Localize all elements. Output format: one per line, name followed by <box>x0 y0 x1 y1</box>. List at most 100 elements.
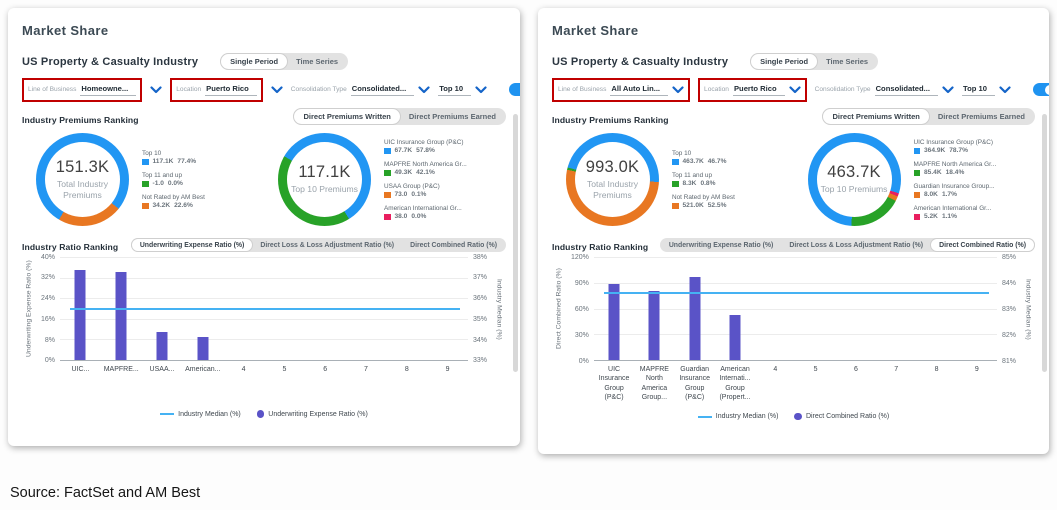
chevron-down-icon[interactable] <box>418 86 430 94</box>
scrollbar[interactable] <box>513 114 518 372</box>
donut-chart-top-10[interactable]: 463.7K Top 10 Premiums <box>808 133 901 226</box>
tab-direct-premiums-written[interactable]: Direct Premiums Written <box>823 109 928 124</box>
period-toggle[interactable]: Single PeriodTime Series <box>220 53 348 70</box>
tab-direct-premiums-written[interactable]: Direct Premiums Written <box>294 109 399 124</box>
toggle-switch-on[interactable] <box>1033 83 1049 96</box>
donut-legend-item: Not Rated by AM Best34.2K22.6% <box>142 194 205 210</box>
filter-label: Consolidation Type <box>815 86 871 93</box>
bar[interactable] <box>116 272 127 360</box>
donut-legend-item: Top 10117.1K77.4% <box>142 150 205 166</box>
filter-value[interactable]: All Auto Lin... <box>610 84 668 96</box>
tab-time-series[interactable]: Time Series <box>817 54 877 69</box>
bar[interactable] <box>729 315 740 360</box>
chart-legend: Industry Median (%) Direct Combined Ratio… <box>552 413 1035 421</box>
period-toggle[interactable]: Single PeriodTime Series <box>750 53 878 70</box>
filter-value[interactable]: Top 10 <box>438 84 471 96</box>
bar[interactable] <box>609 284 620 360</box>
x-axis-category: 6 <box>836 365 876 403</box>
legend-value: 67.7K <box>395 147 413 154</box>
bar[interactable] <box>157 332 168 360</box>
filter-value[interactable]: Consolidated... <box>351 84 414 96</box>
summary-charts-toggle[interactable]: Summary Charts <box>509 83 520 96</box>
chevron-down-icon[interactable] <box>999 86 1011 94</box>
donut-chart-top-10[interactable]: 117.1K Top 10 Premiums <box>278 133 371 226</box>
legend-percent: 77.4% <box>177 158 196 165</box>
legend-swatch <box>142 203 149 210</box>
toggle-switch-on[interactable] <box>509 83 520 96</box>
legend-label: Industry Median (%) <box>716 413 779 420</box>
industry-subtitle: US Property & Casualty Industry <box>552 56 728 68</box>
bar[interactable] <box>649 291 660 360</box>
legend-value: 8.3K <box>683 180 697 187</box>
filter-value[interactable]: Top 10 <box>962 84 995 96</box>
legend-value: 463.7K <box>683 158 704 165</box>
filter-value[interactable]: Puerto Rico <box>733 84 785 96</box>
legend-item-direct-combined-ratio[interactable]: Direct Combined Ratio (%) <box>794 413 889 421</box>
tab-underwriting-expense-ratio[interactable]: Underwriting Expense Ratio (%) <box>132 239 253 251</box>
plot-area <box>594 257 997 361</box>
consolidation-type-dropdown[interactable]: Consolidation Type Consolidated... <box>815 84 954 96</box>
ratio-tabs[interactable]: Underwriting Expense Ratio (%)Direct Los… <box>660 238 1035 252</box>
tab-single-period[interactable]: Single Period <box>221 54 287 69</box>
premiums-tabs[interactable]: Direct Premiums WrittenDirect Premiums E… <box>822 108 1035 125</box>
location-dropdown[interactable]: Location Puerto Rico <box>176 84 257 96</box>
donut-legend-item: UIC Insurance Group (P&C)364.9K78.7% <box>914 139 997 155</box>
ratio-bar-chart: Underwriting Expense Ratio (%)40%32%24%1… <box>22 257 506 374</box>
top-10-dropdown[interactable]: Top 10 <box>438 84 487 96</box>
top-10-dropdown[interactable]: Top 10 <box>962 84 1011 96</box>
x-axis-category: UIC... <box>60 365 101 374</box>
tab-direct-loss-loss-adjustment-ratio[interactable]: Direct Loss & Loss Adjustment Ratio (%) <box>252 239 402 251</box>
legend-item-industry-median[interactable]: Industry Median (%) <box>698 413 779 420</box>
premiums-section-title: Industry Premiums Ranking <box>22 115 139 125</box>
tab-direct-premiums-earned[interactable]: Direct Premiums Earned <box>929 109 1034 124</box>
chevron-down-icon[interactable] <box>942 86 954 94</box>
ratio-tabs[interactable]: Underwriting Expense Ratio (%)Direct Los… <box>131 238 506 252</box>
legend-swatch <box>142 181 149 188</box>
legend-item-industry-median[interactable]: Industry Median (%) <box>160 411 241 418</box>
chevron-down-icon[interactable] <box>150 86 162 94</box>
x-axis-category: American Internati... Group (Propert... <box>715 365 755 403</box>
tab-direct-combined-ratio[interactable]: Direct Combined Ratio (%) <box>402 239 505 251</box>
donut-chart-total-industry[interactable]: 151.3K Total Industry Premiums <box>36 133 129 226</box>
line-of-business-dropdown[interactable]: Line of Business Homeowne... <box>28 84 136 96</box>
tab-underwriting-expense-ratio[interactable]: Underwriting Expense Ratio (%) <box>661 239 782 251</box>
x-axis-category: 4 <box>755 365 795 403</box>
line-of-business-dropdown[interactable]: Line of Business All Auto Lin... <box>558 84 684 96</box>
scrollbar[interactable] <box>1042 114 1047 372</box>
filter-value[interactable]: Puerto Rico <box>205 84 257 96</box>
bar[interactable] <box>689 277 700 360</box>
filter-value[interactable]: Consolidated... <box>875 84 938 96</box>
legend-swatch <box>914 148 921 155</box>
chevron-down-icon[interactable] <box>789 86 801 94</box>
summary-charts-toggle[interactable]: Summary Charts <box>1033 83 1049 96</box>
donut-charts-row: 993.0K Total Industry Premiums Top 10463… <box>552 133 1035 226</box>
tab-direct-combined-ratio[interactable]: Direct Combined Ratio (%) <box>931 239 1034 251</box>
donut-legend-item: MAPFRE North America Gr...49.3K42.1% <box>384 161 467 177</box>
tab-time-series[interactable]: Time Series <box>287 54 347 69</box>
donut-chart-total-industry[interactable]: 993.0K Total Industry Premiums <box>566 133 659 226</box>
chevron-down-icon[interactable] <box>475 86 487 94</box>
x-axis-category: 7 <box>346 365 387 374</box>
tab-direct-premiums-earned[interactable]: Direct Premiums Earned <box>400 109 505 124</box>
consolidation-type-dropdown[interactable]: Consolidation Type Consolidated... <box>291 84 430 96</box>
plot-area <box>60 257 468 361</box>
legend-swatch <box>672 159 679 166</box>
location-dropdown[interactable]: Location Puerto Rico <box>704 84 801 96</box>
tab-single-period[interactable]: Single Period <box>751 54 817 69</box>
legend-percent: 57.8% <box>416 147 435 154</box>
x-axis-category: UIC Insurance Group (P&C) <box>594 365 634 403</box>
bar[interactable] <box>75 270 86 360</box>
x-axis-category: 6 <box>305 365 346 374</box>
bar[interactable] <box>197 337 208 360</box>
annotation-red-box-location: Location Puerto Rico <box>698 78 807 102</box>
tab-direct-loss-loss-adjustment-ratio[interactable]: Direct Loss & Loss Adjustment Ratio (%) <box>781 239 931 251</box>
filter-label: Line of Business <box>28 86 76 93</box>
legend-item-underwriting-expense-ratio[interactable]: Underwriting Expense Ratio (%) <box>257 410 368 418</box>
donut-center: 151.3K Total Industry Premiums <box>36 133 129 226</box>
premiums-tabs[interactable]: Direct Premiums WrittenDirect Premiums E… <box>293 108 506 125</box>
legend-entry-name: UIC Insurance Group (P&C) <box>384 139 467 146</box>
chevron-down-icon[interactable] <box>271 86 283 94</box>
legend-entry-name: MAPFRE North America Gr... <box>384 161 467 168</box>
chevron-down-icon[interactable] <box>672 86 684 94</box>
filter-value[interactable]: Homeowne... <box>80 84 136 96</box>
